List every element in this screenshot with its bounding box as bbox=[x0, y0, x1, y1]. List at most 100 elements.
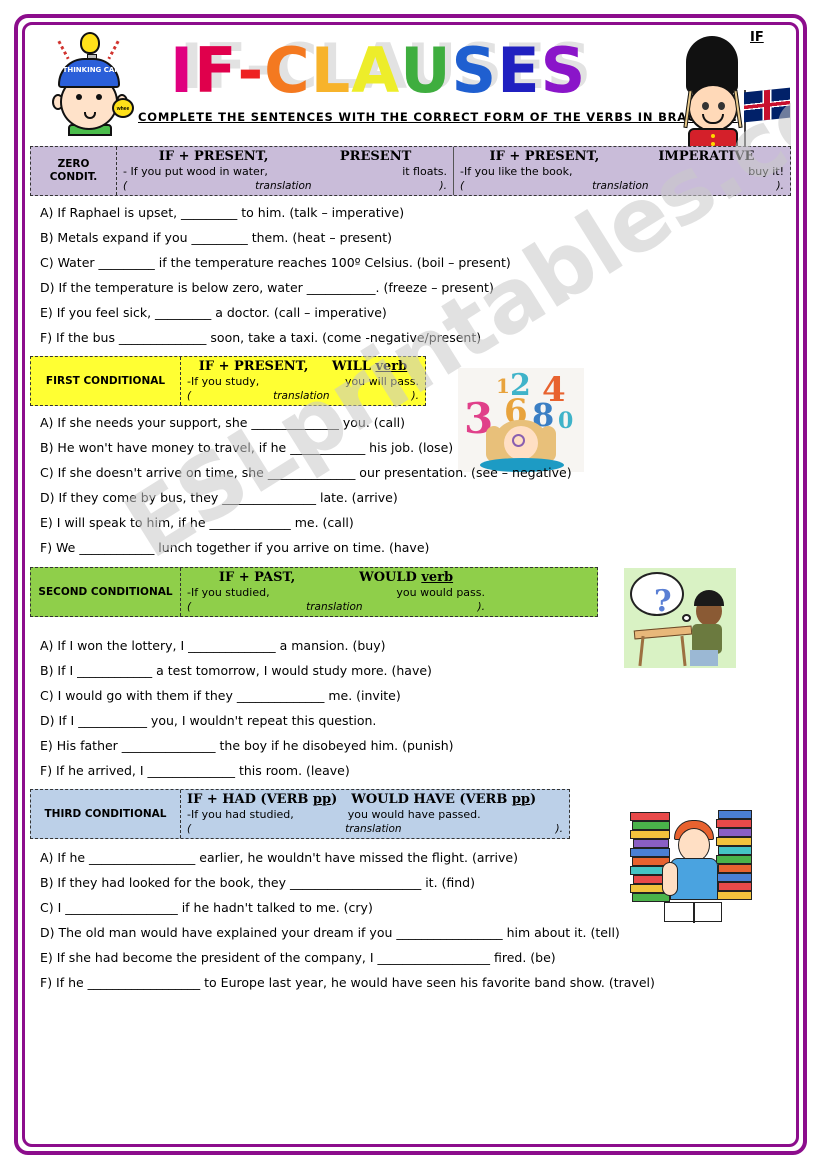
second-translation-word: translation bbox=[306, 601, 363, 613]
third-formula-right: WOULD HAVE (VERB pp) bbox=[351, 792, 536, 808]
zero-example-2: -If you like the book, buy it! bbox=[460, 165, 784, 179]
zero-translation-2-open: ( bbox=[460, 180, 465, 192]
third-conditional-exercises: A) If he _________________ earlier, he w… bbox=[30, 839, 791, 990]
second-example: -If you studied, you would pass. bbox=[187, 586, 485, 600]
book bbox=[716, 819, 752, 828]
second-column-1: IF + PAST, WOULD verb -If you studied, y… bbox=[181, 568, 491, 616]
zero-formula-1-right: PRESENT bbox=[339, 149, 412, 164]
question-mark-icon: ? bbox=[654, 584, 672, 619]
exercise-item: E) His father _______________ the boy if… bbox=[40, 738, 454, 753]
exercise-item: F) If he __________________ to Europe la… bbox=[40, 975, 655, 990]
if-label: IF bbox=[750, 30, 764, 45]
title-letter-0: I bbox=[170, 34, 195, 107]
third-formula-left-close: ) bbox=[331, 792, 338, 807]
exercise-item: A) If Raphael is upset, _________ to him… bbox=[40, 205, 405, 220]
exercise-item: D) If they come by bus, they ___________… bbox=[40, 490, 398, 505]
second-formula-right-underlined: verb bbox=[421, 570, 454, 585]
second-translation-open: ( bbox=[187, 601, 192, 613]
exercise-item: C) If she doesn't arrive on time, she __… bbox=[40, 465, 572, 480]
second-formula: IF + PAST, WOULD verb bbox=[187, 570, 485, 586]
student-hair bbox=[694, 590, 724, 606]
exercise-item: C) Water _________ if the temperature re… bbox=[40, 255, 511, 270]
first-formula: IF + PRESENT, WILL verb bbox=[187, 359, 419, 375]
guard-eye-right bbox=[718, 102, 725, 110]
zero-column-2: IF + PRESENT, IMPERATIVE -If you like th… bbox=[453, 147, 790, 195]
title-letter-6: U bbox=[400, 34, 452, 107]
third-formula-right-underlined: pp bbox=[511, 792, 531, 807]
second-conditional-content: IF + PAST, WOULD verb -If you studied, y… bbox=[181, 568, 597, 616]
thinking-boy-illustration: THINKING CAP whee bbox=[40, 32, 136, 136]
second-formula-left: IF + PAST, bbox=[218, 570, 296, 585]
book bbox=[718, 828, 752, 837]
third-translation-open: ( bbox=[187, 823, 192, 835]
third-conditional-box: THIRD CONDITIONAL IF + HAD (VERB pp) WOU… bbox=[30, 789, 570, 839]
third-column-1: IF + HAD (VERB pp) WOULD HAVE (VERB pp) … bbox=[181, 790, 569, 838]
zero-label-line-2: CONDIT. bbox=[49, 171, 98, 183]
exercise-item: D) If the temperature is below zero, wat… bbox=[40, 280, 494, 295]
third-conditional-label: THIRD CONDITIONAL bbox=[31, 790, 181, 838]
exercise-item: B) If they had looked for the book, they… bbox=[40, 875, 475, 890]
first-conditional-content: IF + PRESENT, WILL verb -If you study, y… bbox=[181, 357, 425, 405]
first-column-1: IF + PRESENT, WILL verb -If you study, y… bbox=[181, 357, 425, 405]
third-conditional-content: IF + HAD (VERB pp) WOULD HAVE (VERB pp) … bbox=[181, 790, 569, 838]
first-formula-left: IF + PRESENT, bbox=[198, 359, 309, 374]
boy-badge: whee bbox=[112, 98, 134, 118]
exercise-item: A) If he _________________ earlier, he w… bbox=[40, 850, 518, 865]
first-formula-right-underlined: verb bbox=[375, 359, 408, 374]
zero-translation-1: ( translation ). bbox=[123, 179, 447, 193]
title-letter-9: S bbox=[540, 34, 587, 107]
book bbox=[630, 812, 670, 821]
third-translation-close: ). bbox=[555, 823, 563, 835]
zero-conditional-content: IF + PRESENT, PRESENT - If you put wood … bbox=[117, 147, 790, 195]
first-example-right: you will pass. bbox=[344, 375, 419, 388]
exercise-item: F) If the bus ______________ soon, take … bbox=[40, 330, 482, 345]
first-conditional-exercises: A) If she needs your support, she ______… bbox=[30, 406, 791, 555]
zero-translation-2-word: translation bbox=[592, 180, 649, 192]
thinking-cap-icon: THINKING CAP bbox=[58, 58, 120, 88]
zero-formula-1: IF + PRESENT, PRESENT bbox=[123, 149, 447, 165]
third-example-right: you would have passed. bbox=[347, 808, 481, 821]
worksheet-page: ESLprintables.com THINKING CAP whee IF-C… bbox=[30, 28, 791, 1141]
zero-formula-2-right: IMPERATIVE bbox=[658, 149, 755, 164]
third-formula-left-plain: IF + HAD (VERB bbox=[187, 792, 313, 807]
second-conditional-box: SECOND CONDITIONAL IF + PAST, WOULD verb… bbox=[30, 567, 598, 617]
title-letter-4: L bbox=[310, 34, 352, 107]
first-formula-right-plain: WILL bbox=[331, 359, 376, 374]
guard-face bbox=[688, 84, 738, 132]
zero-example-2-right: buy it! bbox=[748, 165, 784, 178]
zero-example-1-left: - If you put wood in water, bbox=[123, 165, 268, 178]
first-translation-open: ( bbox=[187, 390, 192, 402]
second-formula-right: WOULD verb bbox=[359, 570, 453, 586]
first-translation-word: translation bbox=[273, 390, 330, 402]
zero-translation-2: ( translation ). bbox=[460, 179, 784, 193]
spring-left-icon bbox=[57, 40, 70, 60]
third-formula: IF + HAD (VERB pp) WOULD HAVE (VERB pp) bbox=[187, 792, 563, 808]
third-translation: ( translation ). bbox=[187, 822, 563, 836]
exercise-item: B) If I ____________ a test tomorrow, I … bbox=[40, 663, 432, 678]
zero-example-1: - If you put wood in water, it floats. bbox=[123, 165, 447, 179]
first-translation: ( translation ). bbox=[187, 389, 419, 403]
title-letter-3: C bbox=[264, 34, 311, 107]
zero-conditional-label: ZERO CONDIT. bbox=[31, 147, 117, 195]
exercise-item: C) I would go with them if they ________… bbox=[40, 688, 401, 703]
zero-formula-2-left: IF + PRESENT, bbox=[489, 149, 600, 164]
zero-conditional-exercises: A) If Raphael is upset, _________ to him… bbox=[30, 196, 791, 345]
first-conditional-box: FIRST CONDITIONAL IF + PRESENT, WILL ver… bbox=[30, 356, 426, 406]
third-formula-left: IF + HAD (VERB pp) bbox=[187, 792, 337, 808]
second-label-text: SECOND CONDITIONAL bbox=[38, 585, 173, 598]
zero-example-1-right: it floats. bbox=[402, 165, 447, 178]
zero-conditional-box: ZERO CONDIT. IF + PRESENT, PRESENT - If … bbox=[30, 146, 791, 196]
book bbox=[718, 810, 752, 819]
second-conditional-label: SECOND CONDITIONAL bbox=[31, 568, 181, 616]
second-translation: ( translation ). bbox=[187, 600, 485, 614]
union-jack-flag-icon bbox=[744, 87, 790, 123]
spring-right-icon bbox=[107, 40, 120, 60]
third-example-left: -If you had studied, bbox=[187, 808, 294, 821]
exercise-item: E) If she had become the president of th… bbox=[40, 950, 556, 965]
thought-bubble: ? bbox=[630, 572, 684, 619]
boy-eye-right bbox=[96, 94, 102, 100]
book bbox=[632, 821, 670, 830]
zero-translation-2-close: ). bbox=[776, 180, 784, 192]
instruction-text: COMPLETE THE SENTENCES WITH THE CORRECT … bbox=[138, 110, 738, 124]
second-formula-right-plain: WOULD bbox=[359, 570, 422, 585]
